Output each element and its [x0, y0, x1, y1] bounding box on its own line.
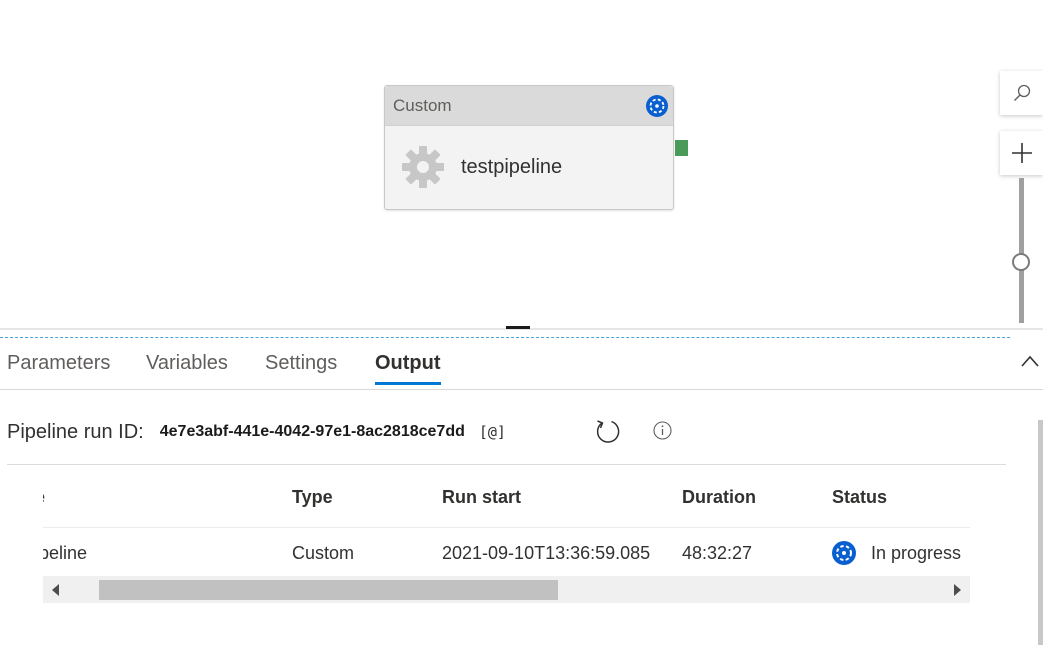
scroll-left-arrow-icon[interactable]: [52, 584, 59, 596]
horizontal-scroll-thumb[interactable]: [99, 580, 558, 600]
plus-icon: [1011, 143, 1032, 163]
cell-run-start: 2021-09-10T13:36:59.085: [442, 543, 651, 563]
run-id-value: 4e7e3abf-441e-4042-97e1-8ac2818ce7dd: [159, 423, 465, 440]
zoom-slider-thumb[interactable]: [1012, 253, 1030, 271]
horizontal-scrollbar[interactable]: [43, 576, 970, 603]
canvas-search-button[interactable]: [1000, 71, 1043, 115]
copy-run-id-button[interactable]: [@]: [479, 423, 506, 441]
activity-name: testpipeline: [461, 155, 563, 178]
cell-type: Custom: [292, 543, 355, 563]
vertical-scrollbar[interactable]: [1038, 420, 1043, 645]
zoom-in-button[interactable]: [1000, 131, 1043, 175]
cell-status: In progress: [871, 543, 962, 563]
header-divider: [43, 527, 970, 528]
run-id-label: Pipeline run ID:: [7, 420, 144, 443]
in-progress-icon: [646, 95, 668, 117]
gear-icon: [402, 146, 444, 188]
column-header-run-start[interactable]: Run start: [442, 487, 521, 508]
in-progress-icon: [832, 541, 856, 565]
activity-output-connector[interactable]: [675, 140, 688, 156]
cell-activity-name[interactable]: ipeline: [43, 543, 87, 564]
tab-output[interactable]: Output: [375, 352, 441, 385]
tab-settings[interactable]: Settings: [265, 352, 337, 385]
tab-parameters[interactable]: Parameters: [7, 352, 110, 385]
zoom-slider-track[interactable]: [1019, 178, 1024, 323]
column-header-type[interactable]: Type: [292, 487, 333, 508]
refresh-icon[interactable]: [594, 418, 621, 445]
activity-node[interactable]: Custom testpipeline: [384, 85, 674, 210]
column-header-status[interactable]: Status: [832, 487, 887, 508]
activity-type-label: Custom: [393, 95, 452, 115]
divider: [7, 464, 1006, 465]
cell-duration: 48:32:27: [682, 543, 753, 563]
activity-runs-table: e Type Run start Duration Status ipeline…: [43, 470, 970, 576]
pipeline-canvas[interactable]: Custom testpipeline: [0, 0, 1043, 328]
info-icon[interactable]: [653, 421, 672, 440]
tab-variables[interactable]: Variables: [146, 352, 228, 385]
chevron-up-icon[interactable]: [1021, 354, 1039, 368]
focus-outline: [0, 337, 1010, 338]
search-icon: [1013, 84, 1030, 102]
column-header-name[interactable]: e: [43, 487, 45, 508]
activity-body: testpipeline: [385, 126, 673, 208]
activity-header: Custom: [385, 86, 673, 126]
column-header-duration[interactable]: Duration: [682, 487, 756, 508]
properties-tabs: Parameters Variables Settings Output: [0, 340, 1043, 390]
scroll-right-arrow-icon[interactable]: [954, 584, 961, 596]
pane-splitter-handle[interactable]: [506, 326, 530, 329]
pipeline-run-id-row: Pipeline run ID: 4e7e3abf-441e-4042-97e1…: [7, 418, 506, 446]
